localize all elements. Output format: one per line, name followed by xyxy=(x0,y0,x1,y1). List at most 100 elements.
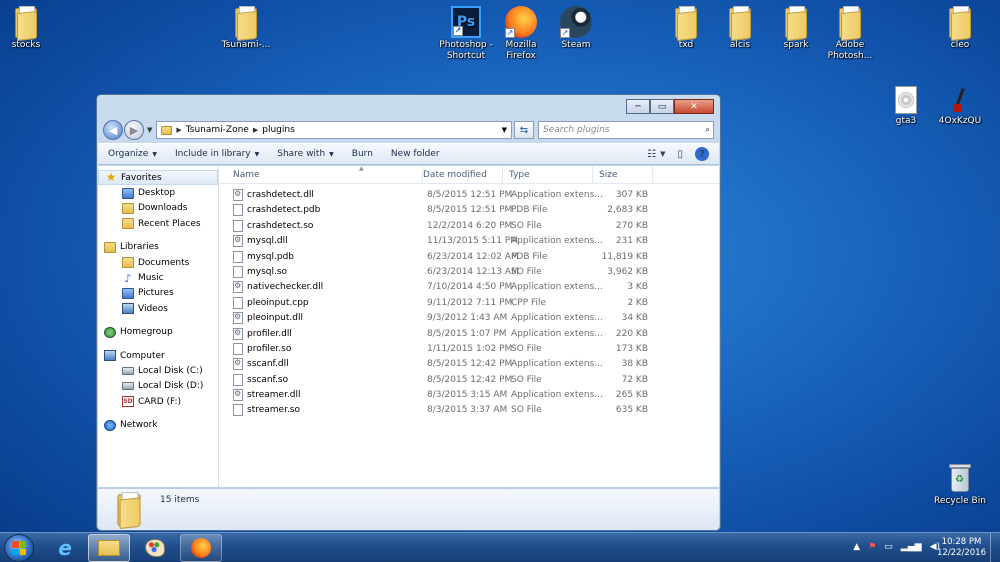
folder-icon xyxy=(115,492,142,529)
desktop-icon-gta3[interactable]: gta3 xyxy=(876,86,936,127)
nav-recent-places[interactable]: Recent Places xyxy=(98,216,218,231)
nav-documents[interactable]: Documents xyxy=(98,255,218,270)
steam-icon: ↗ xyxy=(560,6,592,38)
new-folder-button[interactable]: New folder xyxy=(391,149,440,159)
display-icon[interactable]: ▭ xyxy=(884,542,893,552)
network-icon xyxy=(104,419,116,431)
nav-network[interactable]: Network xyxy=(98,417,218,432)
close-button[interactable]: ✕ xyxy=(674,99,714,114)
include-in-library-button[interactable]: Include in library ▼ xyxy=(175,149,259,159)
table-row[interactable]: crashdetect.pdb 8/5/2015 12:51 PM PDB File… xyxy=(219,203,719,218)
nav-local-disk-d[interactable]: Local Disk (D:) xyxy=(98,379,218,394)
file-name: streamer.so xyxy=(247,405,301,416)
action-center-icon[interactable]: ⚑ xyxy=(868,542,876,552)
search-input[interactable]: Search plugins ⌕ xyxy=(538,121,714,139)
column-date-modified[interactable]: Date modified xyxy=(417,166,503,184)
taskbar-file-explorer[interactable] xyxy=(88,534,130,562)
table-row[interactable]: streamer.dll8/3/2015 3:15 AMApplication … xyxy=(219,388,719,403)
table-row[interactable]: sscanf.dll8/5/2015 12:42 PMApplication e… xyxy=(219,357,719,372)
desktop-icon-firefox[interactable]: ↗ Mozilla Firefox xyxy=(491,6,551,62)
table-row[interactable]: streamer.so 8/3/2015 3:37 AM SO File 635 KB xyxy=(219,403,719,418)
view-dropdown-icon[interactable]: ▼ xyxy=(660,150,665,158)
table-row[interactable]: pleoinput.dll9/3/2012 1:43 AMApplication… xyxy=(219,311,719,326)
desktop-icon-tsunami[interactable]: Tsunami-... xyxy=(216,6,276,51)
table-row[interactable]: nativechecker.dll7/10/2014 4:50 PMApplic… xyxy=(219,280,719,295)
file-size: 3,962 KB xyxy=(607,266,648,277)
file-size: 635 KB xyxy=(615,405,648,416)
folder-icon xyxy=(13,6,39,42)
shortcut-arrow-icon: ↗ xyxy=(560,28,570,38)
table-row[interactable]: mysql.pdb 6/23/2014 12:02 AM PDB File 11,81… xyxy=(219,250,719,265)
column-size[interactable]: Size xyxy=(593,166,653,184)
nav-pictures[interactable]: Pictures xyxy=(98,286,218,301)
network-signal-icon[interactable]: ▂▄▆ xyxy=(901,542,922,552)
back-button[interactable]: ◀ xyxy=(103,120,123,140)
minimize-button[interactable]: ─ xyxy=(626,99,650,114)
file-date-modified: 6/23/2014 12:02 AM xyxy=(427,251,519,262)
disc-file-icon xyxy=(895,86,917,114)
burn-button[interactable]: Burn xyxy=(352,149,373,159)
file-icon xyxy=(233,250,243,263)
nav-local-disk-c[interactable]: Local Disk (C:) xyxy=(98,363,218,378)
help-icon[interactable]: ? xyxy=(695,147,709,161)
preview-pane-icon[interactable]: ▯ xyxy=(677,149,683,160)
organize-button[interactable]: Organize ▼ xyxy=(108,149,157,159)
nav-desktop[interactable]: Desktop xyxy=(98,185,218,200)
file-date-modified: 6/23/2014 12:13 AM xyxy=(427,266,519,277)
file-rows: crashdetect.dll8/5/2015 12:51 PMApplicat… xyxy=(219,188,719,419)
taskbar-firefox[interactable] xyxy=(180,534,222,562)
nav-homegroup[interactable]: Homegroup xyxy=(98,325,218,340)
nav-downloads[interactable]: Downloads xyxy=(98,201,218,216)
desktop-icon-spark[interactable]: spark xyxy=(766,6,826,51)
taskbar-paint[interactable] xyxy=(134,534,176,562)
nav-card-f[interactable]: SD CARD (F:) xyxy=(98,394,218,409)
table-row[interactable]: sscanf.so 8/5/2015 12:42 PM SO File 72 KB xyxy=(219,373,719,388)
nav-libraries[interactable]: Libraries xyxy=(98,240,218,255)
start-button[interactable] xyxy=(4,534,34,562)
table-row[interactable]: mysql.dll11/13/2015 5:11 PMApplication e… xyxy=(219,234,719,249)
column-name[interactable]: Name xyxy=(227,166,423,184)
breadcrumb-plugins[interactable]: plugins xyxy=(262,125,295,135)
file-date-modified: 8/5/2015 12:42 PM xyxy=(427,374,513,385)
desktop-icon-photoshop[interactable]: Ps ↗ Photoshop - Shortcut xyxy=(436,6,496,62)
file-name: sscanf.so xyxy=(247,374,289,385)
desktop-icon-steam[interactable]: ↗ Steam xyxy=(546,6,606,51)
maximize-button[interactable]: ▭ xyxy=(650,99,674,114)
desktop-icon-txd[interactable]: txd xyxy=(656,6,716,51)
recent-pages-dropdown[interactable]: ▼ xyxy=(147,126,152,134)
refresh-button[interactable]: ⇆ xyxy=(514,121,534,139)
table-row[interactable]: crashdetect.so 12/2/2014 6:20 PM SO File 27… xyxy=(219,219,719,234)
taskbar-internet-explorer[interactable]: e xyxy=(44,534,86,562)
nav-computer[interactable]: Computer xyxy=(98,348,218,363)
clock[interactable]: 10:28 PM 12/22/2016 xyxy=(937,537,986,559)
file-icon xyxy=(233,265,243,278)
address-bar[interactable]: ▶ Tsunami-Zone ▶ plugins ▼ xyxy=(156,121,512,139)
forward-button[interactable]: ▶ xyxy=(124,120,144,140)
breadcrumb-separator-icon[interactable]: ▶ xyxy=(253,126,258,134)
desktop-icon-recycle-bin[interactable]: ♻ Recycle Bin xyxy=(930,462,990,507)
show-desktop-button[interactable] xyxy=(990,533,1000,562)
desktop-icon-adobe-photoshop[interactable]: Adobe Photosh... xyxy=(820,6,880,62)
table-row[interactable]: mysql.so 6/23/2014 12:13 AM SO File 3,962 K… xyxy=(219,265,719,280)
address-dropdown-icon[interactable]: ▼ xyxy=(498,126,511,134)
file-size: 265 KB xyxy=(615,390,648,401)
nav-favorites[interactable]: ★ Favorites xyxy=(98,170,218,186)
desktop-icon-alcis[interactable]: alcis xyxy=(710,6,770,51)
desktop-icon-4oxkzqu[interactable]: 4OxKzQU xyxy=(930,86,990,127)
search-icon[interactable]: ⌕ xyxy=(705,125,710,135)
share-with-button[interactable]: Share with ▼ xyxy=(277,149,334,159)
table-row[interactable]: crashdetect.dll8/5/2015 12:51 PMApplicat… xyxy=(219,188,719,203)
desktop-icon-stocks[interactable]: stocks xyxy=(0,6,56,51)
breadcrumb-separator-icon[interactable]: ▶ xyxy=(176,126,181,134)
nav-music[interactable]: ♪ Music xyxy=(98,270,218,285)
table-row[interactable]: profiler.so 1/11/2015 1:02 PM SO File 173 K… xyxy=(219,342,719,357)
breadcrumb-tsunami-zone[interactable]: Tsunami-Zone xyxy=(186,125,249,135)
show-hidden-icons-icon[interactable]: ▲ xyxy=(853,542,860,552)
nav-videos[interactable]: Videos xyxy=(98,301,218,316)
table-row[interactable]: pleoinput.cpp 9/11/2012 7:11 PM CPP File 2 … xyxy=(219,296,719,311)
desktop-icon-label: alcis xyxy=(729,40,751,50)
column-type[interactable]: Type xyxy=(503,166,593,184)
view-options-icon[interactable]: ☷ xyxy=(647,149,656,160)
table-row[interactable]: profiler.dll8/5/2015 1:07 PMApplication … xyxy=(219,327,719,342)
desktop-icon-cleo[interactable]: cleo xyxy=(930,6,990,51)
